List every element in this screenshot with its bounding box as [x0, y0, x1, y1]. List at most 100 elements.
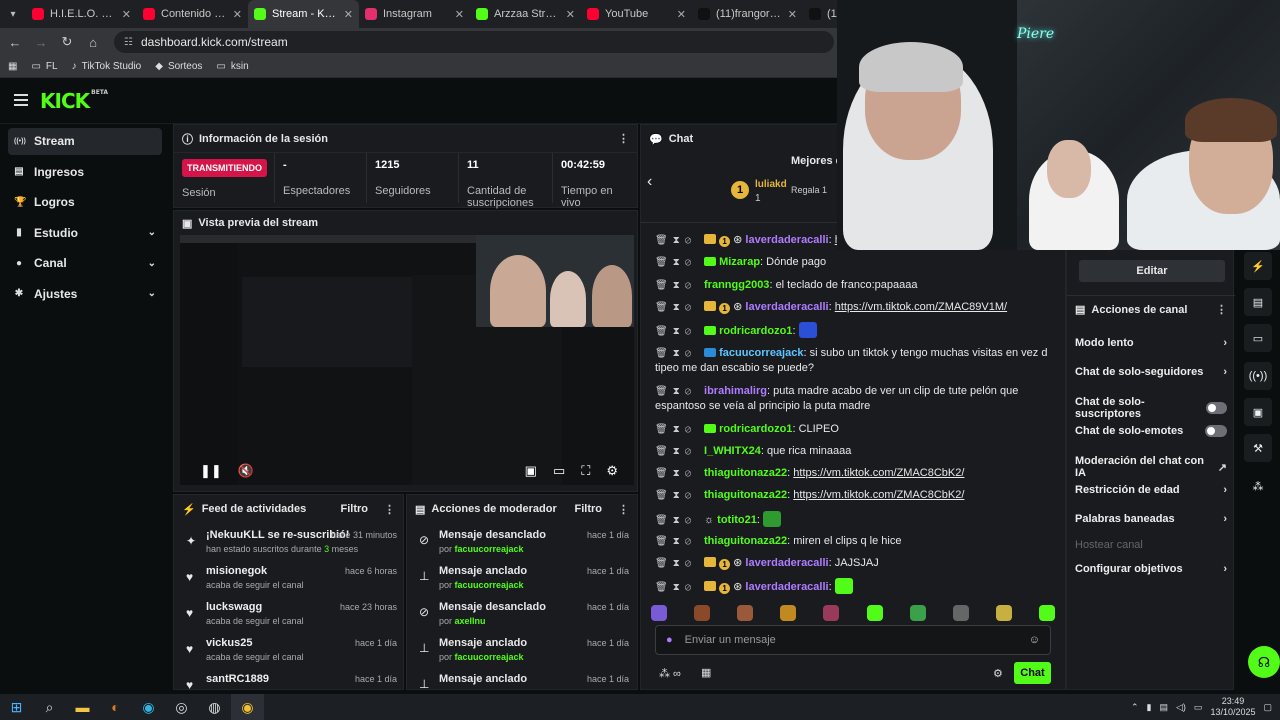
mod-tools-icon[interactable]: 🗑⧗⊘ — [655, 558, 704, 569]
emote-icon[interactable] — [737, 605, 754, 621]
mod-tools-icon[interactable]: 🗑⧗⊘ — [655, 386, 704, 397]
close-tab-icon[interactable]: ✕ — [455, 8, 464, 21]
chat-quick-icon[interactable]: ▭ — [1244, 324, 1272, 352]
channel-action-restricci-n-de-edad[interactable]: Restricción de edad › — [1075, 484, 1227, 496]
send-chat-button[interactable]: Chat — [1014, 662, 1051, 684]
chevron-down-icon[interactable]: ⌄ — [148, 258, 156, 269]
browser-tab[interactable]: Arzzaa Stream - K ✕ — [470, 0, 581, 28]
more-options-icon[interactable]: ⋮ — [384, 503, 395, 516]
mod-filter-button[interactable]: Filtro — [575, 503, 603, 515]
feed-item-name[interactable]: santRC1889 — [206, 673, 269, 685]
chat-link[interactable]: https://vm.tiktok.com/ZMAC89V1M/ — [835, 301, 1007, 313]
channel-action-modo-lento[interactable]: Modo lento › — [1075, 337, 1227, 349]
mod-user[interactable]: facuucorreajack — [455, 544, 524, 554]
mic-icon[interactable]: ▮ — [1147, 702, 1152, 713]
channel-action-moderaci-n-del-chat-con-ia[interactable]: Moderación del chat con IA ↗ — [1075, 455, 1227, 479]
chat-username[interactable]: thiaguitonaza22 — [704, 489, 787, 501]
more-options-icon[interactable]: ⋮ — [618, 132, 629, 145]
forward-icon[interactable]: → — [30, 35, 52, 50]
mod-tools-icon[interactable]: 🗑⧗⊘ — [655, 280, 704, 291]
chevron-up-icon[interactable]: ⌃ — [1131, 702, 1139, 713]
file-explorer-icon[interactable]: ▬ — [66, 694, 99, 720]
mod-tools-icon[interactable]: 🗑⧗⊘ — [655, 490, 704, 501]
edit-button[interactable]: Editar — [1079, 260, 1225, 282]
volume-icon[interactable]: ◁) — [1176, 702, 1186, 713]
tool-quick-icon[interactable]: ⚒ — [1244, 434, 1272, 462]
mic-icon[interactable]: ● — [666, 634, 673, 646]
mod-tools-icon[interactable]: 🗑⧗⊘ — [655, 536, 704, 547]
bookmark-tiktok-studio[interactable]: ♪ TikTok Studio — [72, 61, 142, 72]
chat-username[interactable]: rodricardozo1 — [719, 325, 792, 337]
window-quick-icon[interactable]: ▣ — [1244, 398, 1272, 426]
obs-icon[interactable]: ◎ — [165, 694, 198, 720]
bookmark-fl[interactable]: ▭ FL — [31, 61, 57, 72]
notification-icon[interactable]: ▢ — [1263, 702, 1272, 713]
close-tab-icon[interactable]: ✕ — [677, 8, 686, 21]
bookmark-ksin[interactable]: ▭ ksin — [216, 61, 248, 72]
back-icon[interactable]: ← — [4, 35, 26, 50]
store-icon[interactable]: ▦ — [701, 666, 711, 679]
chevron-right-icon[interactable]: › — [1223, 366, 1227, 378]
more-options-icon[interactable]: ⋮ — [1216, 303, 1227, 316]
back-chevron-icon[interactable]: ‹ — [647, 173, 652, 191]
chevron-down-icon[interactable]: ⌄ — [148, 288, 156, 299]
chat-username[interactable]: laverdaderacalli — [745, 581, 828, 593]
chat-link[interactable]: https://vm.tiktok.com/ZMAC8CbK2/ — [793, 467, 964, 479]
more-options-icon[interactable]: ⋮ — [618, 503, 629, 516]
chat-username[interactable]: laverdaderacalli — [745, 301, 828, 313]
mod-user[interactable]: facuucorreajack — [455, 652, 524, 662]
chat-settings-icon[interactable]: ⚙ — [993, 667, 1003, 680]
mod-tools-icon[interactable]: 🗑⧗⊘ — [655, 468, 704, 479]
chat-username[interactable]: Mizarap — [719, 256, 760, 268]
infinity-icon[interactable]: ⁂ ∞ — [659, 667, 681, 680]
sidebar-item-ajustes[interactable]: ✱ Ajustes ⌄ — [8, 281, 162, 308]
chat-username[interactable]: thiaguitonaza22 — [704, 535, 787, 547]
chevron-right-icon[interactable]: › — [1223, 513, 1227, 525]
edge-icon[interactable]: ◉ — [132, 694, 165, 720]
chat-username[interactable]: facuucorreajack — [719, 347, 803, 359]
chat-input[interactable]: ● Enviar un mensaje ☺ — [655, 625, 1051, 655]
channel-action-palabras-baneadas[interactable]: Palabras baneadas › — [1075, 513, 1227, 525]
sidebar-item-stream[interactable]: ((•)) Stream — [8, 128, 162, 155]
stream-preview-video[interactable]: ❚❚ 🔇 ▣ ▭ ⛶ ⚙ — [180, 235, 634, 485]
home-icon[interactable]: ⌂ — [82, 35, 104, 50]
fullscreen-icon[interactable]: ⛶ — [581, 463, 590, 479]
sidebar-item-canal[interactable]: ● Canal ⌄ — [8, 250, 162, 277]
toggle-switch[interactable] — [1205, 402, 1227, 414]
browser-tab[interactable]: (11)frangorini (@ ✕ — [692, 0, 803, 28]
chat-username[interactable]: franngg2003 — [704, 279, 769, 291]
sidebar-item-ingresos[interactable]: ▤ Ingresos — [8, 159, 162, 186]
emote-icon[interactable] — [952, 605, 969, 621]
chevron-right-icon[interactable]: › — [1223, 563, 1227, 575]
feed-item-name[interactable]: luckswagg — [206, 601, 262, 613]
app-icon[interactable]: ◍ — [198, 694, 231, 720]
channel-action-chat-de-solo-emotes[interactable]: Chat de solo-emotes — [1075, 425, 1227, 437]
windows-start-icon[interactable]: ⊞ — [0, 694, 33, 720]
close-tab-icon[interactable]: ✕ — [566, 8, 575, 21]
mute-icon[interactable]: 🔇 — [238, 463, 254, 479]
network-icon[interactable]: ▤ — [1159, 702, 1168, 713]
mod-tools-icon[interactable]: 🗑⧗⊘ — [655, 235, 704, 246]
emote-icon[interactable] — [866, 605, 883, 621]
chat-username[interactable]: laverdaderacalli — [745, 234, 828, 246]
emote-icon[interactable] — [651, 605, 667, 621]
sidebar-item-logros[interactable]: 🏆 Logros — [8, 189, 162, 216]
mod-tools-icon[interactable]: 🗑⧗⊘ — [655, 424, 704, 435]
close-tab-icon[interactable]: ✕ — [788, 8, 797, 21]
feed-item-name[interactable]: ¡NekuuKLL se re-suscribió! — [206, 529, 349, 541]
battery-icon[interactable]: ▭ — [1194, 702, 1203, 713]
support-icon[interactable]: ☊ — [1248, 646, 1280, 678]
chat-username[interactable]: totito21 — [717, 514, 757, 526]
site-info-icon[interactable]: ☷ — [124, 37, 133, 48]
mod-user[interactable]: axellnu — [455, 616, 486, 626]
theater-icon[interactable]: ▭ — [553, 463, 565, 479]
reload-icon[interactable]: ↻ — [56, 34, 78, 50]
chat-username[interactable]: thiaguitonaza22 — [704, 467, 787, 479]
bookmark-sorteos[interactable]: ◆ Sorteos — [155, 61, 202, 72]
menu-icon[interactable] — [14, 94, 28, 109]
pause-icon[interactable]: ❚❚ — [200, 463, 222, 479]
feed-item-name[interactable]: misionegok — [206, 565, 267, 577]
clock[interactable]: 23:49 13/10/2025 — [1210, 696, 1255, 718]
emote-icon[interactable] — [780, 605, 797, 621]
toggle-switch[interactable] — [1205, 425, 1227, 437]
